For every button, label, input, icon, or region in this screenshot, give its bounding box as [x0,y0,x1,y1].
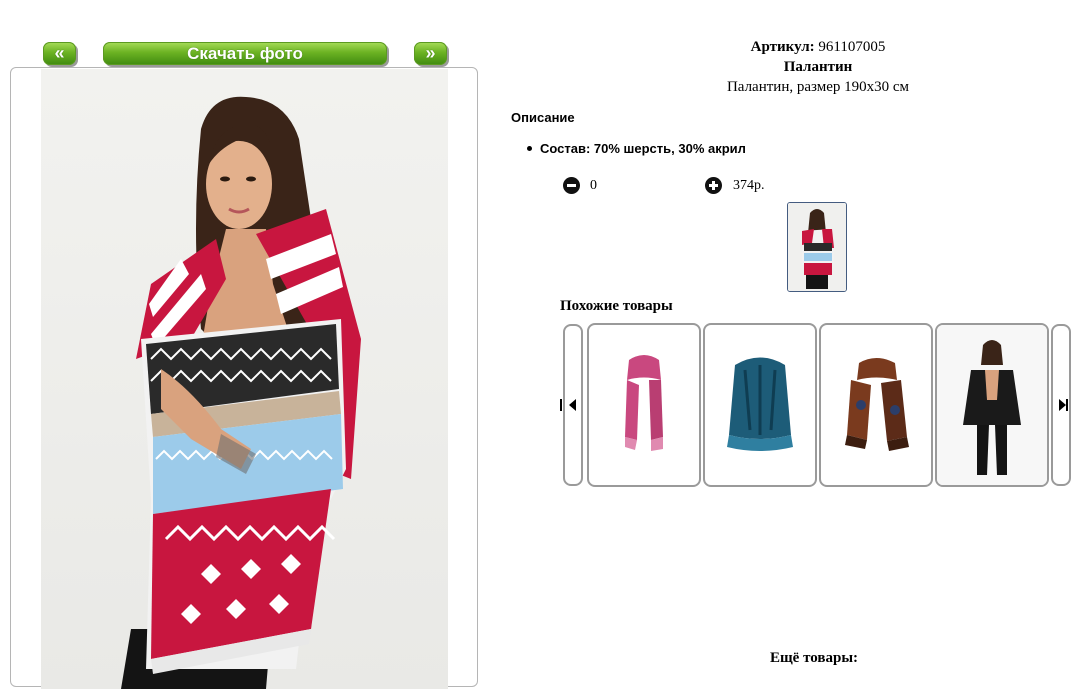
similar-product-card[interactable] [819,323,933,487]
model-with-scarf-image [121,96,361,689]
article-line: Артикул: 961107005 [508,39,1091,56]
carousel-prev-button[interactable] [560,324,583,486]
main-photo-frame [10,67,478,689]
brown-paisley-scarf-image [845,358,909,451]
skip-next-icon [1059,399,1068,411]
description-item: Состав: 70% шерсть, 30% акрил [527,141,746,156]
next-photo-button[interactable]: » [414,42,447,65]
pink-scarf-image [625,355,663,451]
similar-product-card[interactable] [935,323,1049,487]
similar-product-card[interactable] [587,323,701,487]
main-product-photo[interactable] [41,69,448,689]
bullet-icon [527,146,532,152]
skip-previous-icon [560,399,576,411]
prev-photo-button[interactable]: « [43,42,76,65]
similar-products-title: Похожие товары [560,298,673,314]
similar-product-card[interactable] [703,323,817,487]
thumbnail-image [788,203,846,291]
plus-icon[interactable] [705,177,722,194]
article-label: Артикул: [750,39,815,55]
product-thumbnail[interactable] [787,202,847,292]
more-products-title: Ещё товары: [770,650,859,666]
quantity-value: 0 [590,178,597,193]
teal-scarf-image [727,357,793,451]
download-photo-button[interactable]: Скачать фото [103,42,387,65]
description-title: Описание [511,110,575,125]
carousel-next-button[interactable] [1051,324,1071,486]
black-cardigan-model-image [937,325,1047,485]
article-value: 961107005 [818,39,886,55]
price: 374р. [733,178,765,193]
product-name: Палантин [783,59,853,75]
product-info: Артикул: 961107005 Палантин Палантин, ра… [508,0,1091,666]
minus-icon[interactable] [563,177,580,194]
product-subtitle: Палантин, размер 190x30 см [726,79,910,95]
description-item-text: Состав: 70% шерсть, 30% акрил [540,141,746,156]
